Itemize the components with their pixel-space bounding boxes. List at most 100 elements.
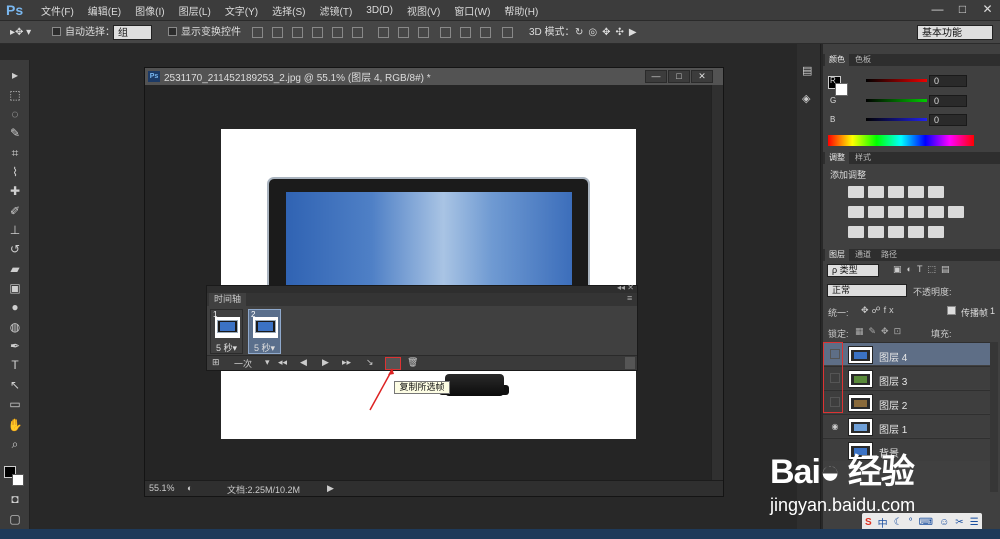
distribute-right-icon[interactable] <box>480 27 491 38</box>
minimize-button[interactable]: — <box>925 0 950 19</box>
tab-styles[interactable]: 样式 <box>851 152 875 164</box>
type-tool-icon[interactable]: T <box>6 356 24 374</box>
red-value-field[interactable]: 0 <box>929 75 967 87</box>
align-hcenter-icon[interactable] <box>332 27 343 38</box>
exposure-icon[interactable] <box>908 186 924 198</box>
tab-adjustments[interactable]: 调整 <box>825 152 849 164</box>
menu-edit[interactable]: 编辑(E) <box>81 3 128 18</box>
first-frame-icon[interactable]: ◂◂ <box>278 357 287 368</box>
auto-select-dropdown[interactable]: 组 <box>113 25 152 40</box>
close-button[interactable]: ✕ <box>975 0 1000 19</box>
color-spectrum[interactable] <box>828 135 974 146</box>
tab-timeline[interactable]: 时间轴 <box>209 293 247 306</box>
gradient-tool-icon[interactable]: ▣ <box>6 279 24 297</box>
blue-slider[interactable] <box>866 118 927 121</box>
zoom-level[interactable]: 55.1% <box>149 483 175 493</box>
levels-icon[interactable] <box>868 186 884 198</box>
eyedropper-tool-icon[interactable]: ⌇ <box>6 163 24 181</box>
background-color-swatch[interactable] <box>12 474 24 486</box>
visibility-eye-icon[interactable]: ◉ <box>830 421 840 431</box>
zoom-tool-icon[interactable]: ⌕ <box>6 435 24 453</box>
3d-tools-icon[interactable]: ↻◎✥✣▶ <box>575 25 642 40</box>
color-balance-icon[interactable] <box>868 206 884 218</box>
distribute-bottom-icon[interactable] <box>418 27 429 38</box>
vertical-scrollbar[interactable] <box>711 85 723 480</box>
layer-row-4[interactable]: 图层 4 <box>823 342 990 365</box>
green-value-field[interactable]: 0 <box>929 95 967 107</box>
timeline-frame-1[interactable]: 1 5 秒▾ <box>210 309 243 354</box>
distribute-vcenter-icon[interactable] <box>398 27 409 38</box>
distribute-hcenter-icon[interactable] <box>460 27 471 38</box>
menu-filter[interactable]: 滤镜(T) <box>313 3 360 18</box>
hand-tool-icon[interactable]: ✋ <box>6 416 24 434</box>
curves-icon[interactable] <box>888 186 904 198</box>
delete-frame-icon[interactable]: 🗑 <box>407 357 418 368</box>
ime-menu-icon[interactable]: ☰ <box>967 517 982 528</box>
green-slider[interactable] <box>866 99 927 102</box>
vibrance-icon[interactable] <box>928 186 944 198</box>
menu-view[interactable]: 视图(V) <box>400 3 447 18</box>
ime-chinese-mode[interactable]: 中 <box>875 515 891 530</box>
menu-file[interactable]: 文件(F) <box>34 3 81 18</box>
pen-tool-icon[interactable]: ✒ <box>6 337 24 355</box>
ime-scissors-icon[interactable]: ✂ <box>952 517 966 528</box>
ime-moon-icon[interactable]: ☾ <box>891 517 906 528</box>
tab-color[interactable]: 颜色 <box>825 54 849 66</box>
loop-dropdown[interactable]: 一次 <box>234 357 252 370</box>
frame-delay-dropdown[interactable]: 5 秒▾ <box>249 341 280 354</box>
properties-icon[interactable]: ◈ <box>802 92 810 105</box>
gradient-map-icon[interactable] <box>908 226 924 238</box>
history-brush-tool-icon[interactable]: ↺ <box>6 240 24 258</box>
timeline-frame-2[interactable]: 2 5 秒▾ <box>248 309 281 354</box>
menu-help[interactable]: 帮助(H) <box>497 3 545 18</box>
lasso-tool-icon[interactable]: ◌ <box>6 105 24 123</box>
auto-select-checkbox[interactable]: 自动选择： <box>52 25 115 40</box>
menu-3d[interactable]: 3D(D) <box>359 5 400 16</box>
blur-tool-icon[interactable]: ● <box>6 298 24 316</box>
layer-filter-icons[interactable]: ▣◐T⬚▤ <box>893 264 954 275</box>
ime-keyboard-icon[interactable]: ⌨ <box>916 517 936 528</box>
convert-timeline-icon[interactable]: ⊞ <box>212 357 220 368</box>
shape-tool-icon[interactable]: ▭ <box>6 395 24 413</box>
propagate-frame-checkbox[interactable] <box>947 305 960 317</box>
maximize-button[interactable]: □ <box>950 0 975 19</box>
menu-image[interactable]: 图像(I) <box>128 3 171 18</box>
align-right-icon[interactable] <box>352 27 363 38</box>
marquee-tool-icon[interactable]: ⬚ <box>6 86 24 104</box>
threshold-icon[interactable] <box>888 226 904 238</box>
timeline-header[interactable]: ◂◂ ✕ <box>207 283 637 293</box>
ime-emoji-icon[interactable]: ☺ <box>936 517 952 528</box>
invert-icon[interactable] <box>848 226 864 238</box>
tab-layers[interactable]: 图层 <box>825 249 849 261</box>
status-info-icon[interactable]: ◐ <box>187 483 192 493</box>
loop-chevron-icon[interactable]: ▾ <box>265 357 270 368</box>
panel-menu-icon[interactable]: ≡ <box>627 293 632 303</box>
show-transform-checkbox[interactable]: 显示变换控件 <box>168 25 241 40</box>
tab-swatches[interactable]: 色板 <box>851 54 875 66</box>
document-maximize-button[interactable]: □ <box>668 70 690 83</box>
dodge-tool-icon[interactable]: ◍ <box>6 318 24 336</box>
layer-row-1[interactable]: ◉ 图层 1 <box>823 414 990 437</box>
play-icon[interactable]: ▶ <box>322 357 329 368</box>
frame-delay-dropdown[interactable]: 5 秒▾ <box>211 341 242 354</box>
posterize-icon[interactable] <box>868 226 884 238</box>
brush-tool-icon[interactable]: ✐ <box>6 202 24 220</box>
channel-mixer-icon[interactable] <box>928 206 944 218</box>
align-top-icon[interactable] <box>252 27 263 38</box>
layers-scrollbar[interactable] <box>990 342 998 492</box>
hue-saturation-icon[interactable] <box>848 206 864 218</box>
menu-layer[interactable]: 图层(L) <box>172 3 218 18</box>
layer-row-3[interactable]: 图层 3 <box>823 366 990 389</box>
previous-frame-icon[interactable]: ◀ <box>300 357 307 368</box>
move-tool-icon[interactable]: ▸ <box>6 66 24 84</box>
next-frame-icon[interactable]: ▸▸ <box>342 357 351 368</box>
move-tool-icon[interactable]: ▸✥ ▾ <box>10 25 31 40</box>
crop-tool-icon[interactable]: ⌗ <box>6 144 24 162</box>
red-slider[interactable] <box>866 79 927 82</box>
timeline-resize-icon[interactable] <box>625 357 635 369</box>
document-minimize-button[interactable]: — <box>645 70 667 83</box>
lock-icons[interactable]: ▦✎✥⊡ <box>855 326 906 337</box>
workspace-dropdown[interactable]: 基本功能 <box>917 25 993 40</box>
blue-value-field[interactable]: 0 <box>929 114 967 126</box>
distribute-top-icon[interactable] <box>378 27 389 38</box>
